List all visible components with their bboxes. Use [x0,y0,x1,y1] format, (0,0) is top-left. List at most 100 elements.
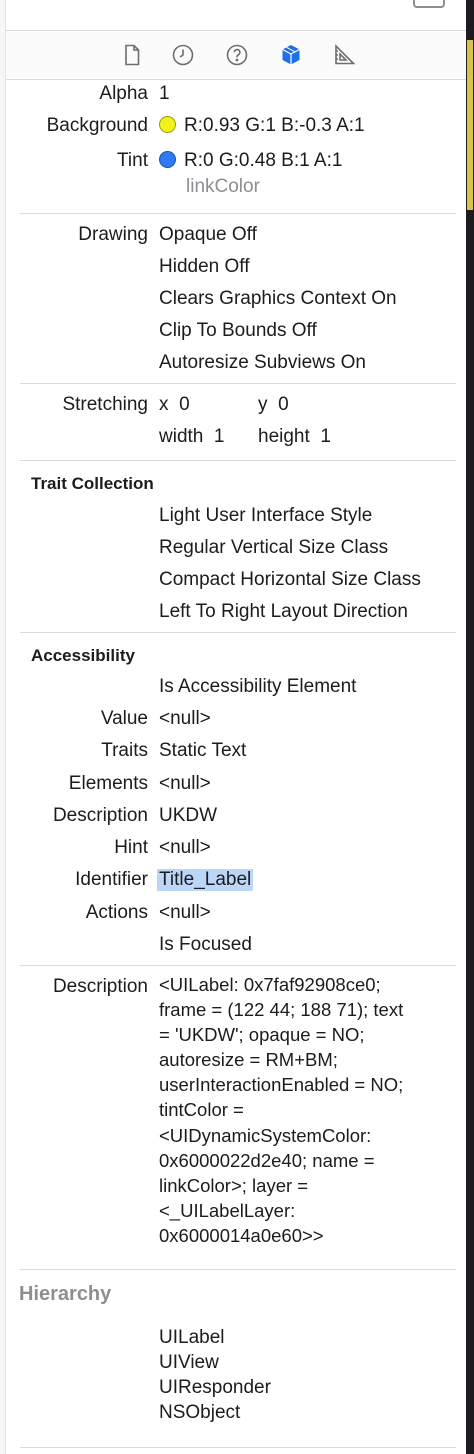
accessibility-value[interactable]: <null> [159,708,211,730]
background-value[interactable]: R:0.93 G:1 B:-0.3 A:1 [159,115,365,137]
accessibility-row: Traits Static Text [6,740,466,768]
drawing-row: Clears Graphics Context On [6,288,466,316]
stretching-label: Stretching [62,394,148,415]
hierarchy-item[interactable]: UIView [159,1352,219,1374]
accessibility-traits-label: Traits [101,740,148,761]
stretching-width-label: width [159,426,204,447]
stretching-x-label: x [159,394,169,415]
stretching-width-value: 1 [213,426,225,447]
stretching-x-value: 0 [179,394,190,415]
tint-value[interactable]: R:0 G:0.48 B:1 A:1 [159,150,342,172]
stretching-size-row: width 1 height 1 [6,426,466,454]
accessibility-description[interactable]: UKDW [159,805,217,827]
accessibility-row: Hint <null> [6,837,466,865]
accessibility-row: Elements <null> [6,773,466,801]
drawing-row: Autoresize Subviews On [6,352,466,380]
accessibility-row: Value <null> [6,708,466,736]
stretching-y-label: y [258,394,268,415]
file-icon[interactable] [118,41,146,69]
accessibility-value-label: Value [100,708,148,729]
background-row: Background R:0.93 G:1 B:-0.3 A:1 [6,115,466,143]
trait-vertical-size-class: Regular Vertical Size Class [159,537,389,558]
hierarchy-item[interactable]: UILabel [159,1327,225,1349]
tint-rgba: R:0 G:0.48 B:1 A:1 [184,150,343,171]
accessibility-actions[interactable]: <null> [159,902,211,924]
accessibility-identifier[interactable]: Title_Label [157,869,254,891]
divider [20,1447,456,1448]
tint-row: Tint R:0 G:0.48 B:1 A:1 [6,150,466,178]
accessibility-elements[interactable]: <null> [159,773,211,795]
tint-name-row: linkColor [6,176,466,204]
trait-layout-direction: Left To Right Layout Direction [159,601,408,622]
accessibility-traits[interactable]: Static Text [159,740,246,762]
stretching-height[interactable]: height 1 [258,426,331,448]
trait-row: Left To Right Layout Direction [6,601,466,629]
size-ruler-icon[interactable] [330,41,358,69]
right-scrollbar[interactable] [466,0,474,1454]
description-label: Description [52,976,148,997]
divider [20,383,456,384]
stretching-height-label: height [258,426,310,447]
hierarchy-row: UIView [6,1352,466,1380]
trait-row: Light User Interface Style [6,505,466,533]
history-icon[interactable] [169,41,197,69]
panel-toggle-icon[interactable] [413,0,445,8]
divider [20,632,456,633]
accessibility-elements-label: Elements [68,773,148,794]
stretching-x[interactable]: x 0 [159,394,190,416]
trait-horizontal-size-class: Compact Horizontal Size Class [159,569,421,590]
divider [20,213,456,214]
hierarchy-title: Hierarchy [19,1283,112,1305]
accessibility-row: Is Accessibility Element [6,676,466,704]
drawing-label: Drawing [78,224,148,245]
is-focused: Is Focused [159,934,252,955]
divider [20,965,456,966]
inspector-toolbar [6,30,466,80]
tint-color-name: linkColor [186,176,260,197]
stretching-y[interactable]: y 0 [258,394,289,416]
background-color-swatch[interactable] [159,116,176,133]
drawing-autoresize-subviews[interactable]: Autoresize Subviews On [159,352,366,374]
accessibility-hint[interactable]: <null> [159,837,211,859]
drawing-clears-context[interactable]: Clears Graphics Context On [159,288,397,310]
trait-interface-style: Light User Interface Style [159,505,373,526]
drawing-row: Clip To Bounds Off [6,320,466,348]
drawing-clip-to-bounds[interactable]: Clip To Bounds Off [159,320,317,342]
stretching-row: Stretching x 0 y 0 [6,394,466,422]
background-label: Background [46,115,148,136]
background-rgba: R:0.93 G:1 B:-0.3 A:1 [184,115,365,136]
drawing-row: Drawing Opaque Off [6,224,466,252]
scroll-indicator[interactable] [467,40,473,210]
accessibility-title: Accessibility [31,646,135,665]
alpha-row: Alpha 1 [6,83,466,111]
accessibility-description-label: Description [52,805,148,826]
stretching-y-value: 0 [278,394,289,415]
accessibility-row: Identifier Title_Label [6,869,466,897]
trait-row: Regular Vertical Size Class [6,537,466,565]
alpha-value[interactable]: 1 [159,83,170,105]
accessibility-actions-label: Actions [85,902,148,923]
stretching-height-value: 1 [320,426,331,447]
hierarchy-row: UIResponder [6,1377,466,1405]
accessibility-identifier-label: Identifier [75,869,148,890]
hierarchy-row: UILabel [6,1327,466,1355]
accessibility-row: Actions <null> [6,902,466,930]
divider [20,460,456,461]
drawing-hidden[interactable]: Hidden Off [159,256,249,278]
tint-label: Tint [117,150,148,171]
help-icon[interactable] [223,41,251,69]
description-text[interactable]: <UILabel: 0x7faf92908ce0; frame = (122 4… [159,972,449,1248]
is-accessibility-element: Is Accessibility Element [159,676,357,697]
hierarchy-item[interactable]: NSObject [159,1402,240,1424]
divider [20,1269,456,1270]
attributes-cube-icon[interactable] [277,41,305,69]
trait-collection-title: Trait Collection [31,474,154,493]
alpha-label: Alpha [99,83,148,104]
accessibility-row: Description UKDW [6,805,466,833]
drawing-opaque[interactable]: Opaque Off [159,224,257,246]
tint-color-swatch[interactable] [159,151,176,168]
accessibility-row: Is Focused [6,934,466,962]
accessibility-hint-label: Hint [114,837,148,858]
stretching-width[interactable]: width 1 [159,426,225,448]
hierarchy-item[interactable]: UIResponder [159,1377,271,1399]
